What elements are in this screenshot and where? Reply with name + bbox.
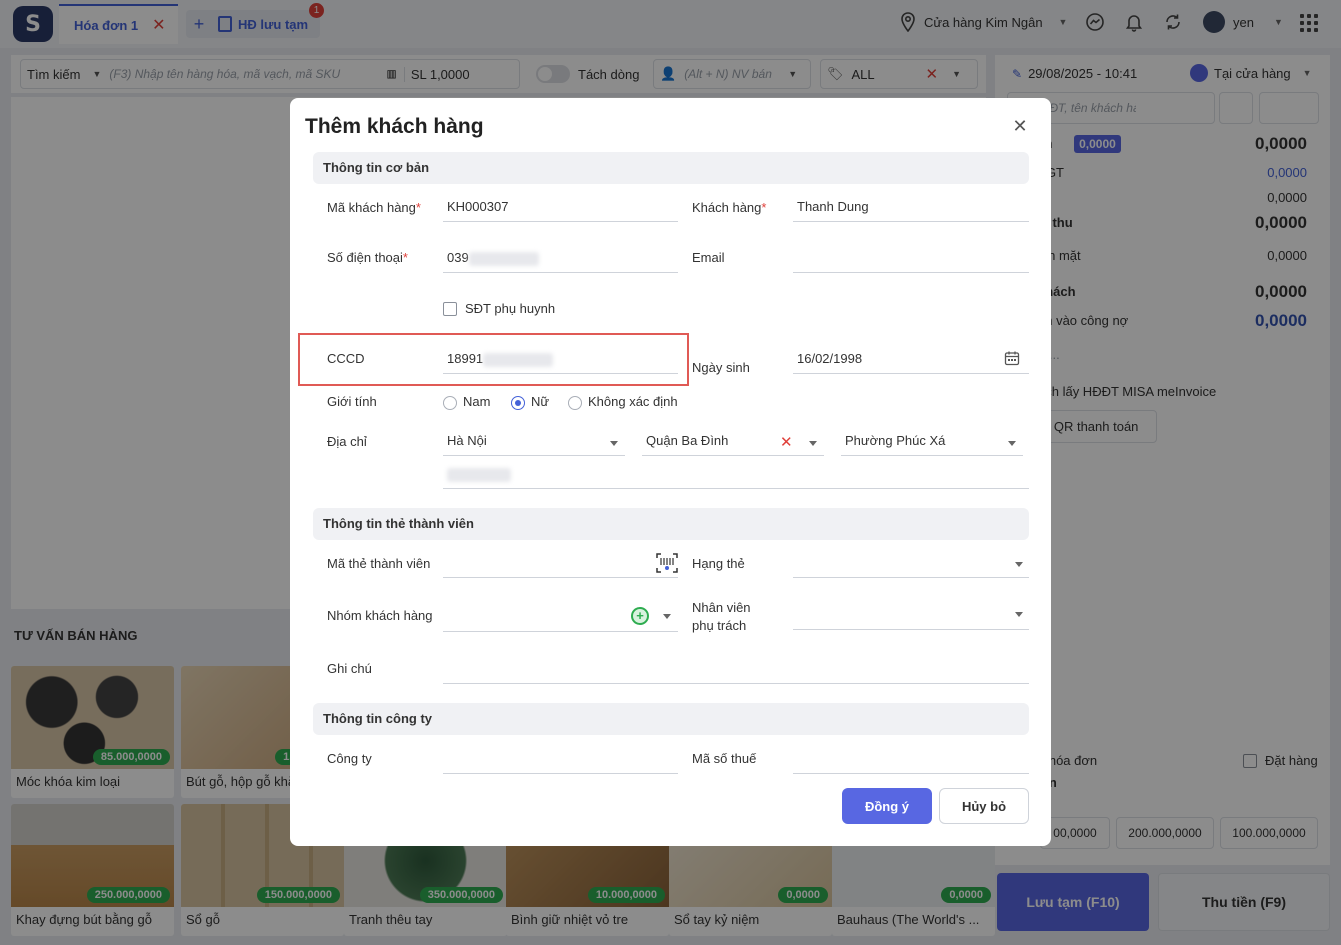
tax-code-label: Mã số thuế — [692, 751, 757, 766]
card-code-input[interactable] — [443, 550, 678, 578]
id-card-label: CCCD — [327, 351, 365, 366]
chevron-down-icon — [809, 441, 817, 446]
address-label: Địa chỉ — [327, 434, 367, 449]
section-member-card: Thông tin thẻ thành viên — [313, 508, 1029, 540]
gender-option-male[interactable]: Nam — [443, 394, 490, 410]
parent-phone-checkbox[interactable] — [443, 301, 457, 316]
customer-code-label: Mã khách hàng* — [327, 200, 421, 215]
phone-label: Số điện thoại* — [327, 250, 408, 265]
district-select[interactable]: Quận Ba Đình — [642, 428, 824, 456]
card-code-label: Mã thẻ thành viên — [327, 556, 431, 571]
staff-in-charge-select[interactable] — [793, 602, 1029, 630]
chevron-down-icon — [663, 614, 671, 619]
note-label: Ghi chú — [327, 661, 372, 676]
customer-code-input[interactable]: KH000307 — [443, 194, 678, 222]
birthday-input[interactable]: 16/02/1998 — [793, 346, 1029, 374]
confirm-button[interactable]: Đồng ý — [842, 788, 932, 824]
gender-label: Giới tính — [327, 394, 377, 409]
dialog-title: Thêm khách hàng — [305, 115, 484, 138]
gender-option-unknown[interactable]: Không xác định — [568, 394, 678, 410]
radio[interactable] — [443, 395, 457, 410]
barcode-scan-icon[interactable] — [656, 553, 678, 573]
radio[interactable] — [568, 395, 582, 410]
clear-icon[interactable]: ✕ — [780, 433, 793, 451]
section-basic-info: Thông tin cơ bản — [313, 152, 1029, 184]
cancel-button[interactable]: Hủy bỏ — [939, 788, 1029, 824]
phone-input[interactable]: 039 — [443, 245, 678, 273]
email-input[interactable] — [793, 245, 1029, 273]
tax-code-input[interactable] — [793, 746, 1029, 774]
chevron-down-icon — [1008, 441, 1016, 446]
staff-label: Nhân viên phụ trách — [692, 600, 751, 633]
company-input[interactable] — [443, 746, 678, 774]
ward-select[interactable]: Phường Phúc Xá — [841, 428, 1023, 456]
address-detail-input[interactable] — [443, 461, 1029, 489]
radio[interactable] — [511, 395, 525, 410]
chevron-down-icon — [1015, 612, 1023, 617]
chevron-down-icon — [1015, 562, 1023, 567]
id-card-input[interactable]: 18991 — [443, 346, 678, 374]
card-rank-select[interactable] — [793, 550, 1029, 578]
section-company: Thông tin công ty — [313, 703, 1029, 735]
chevron-down-icon — [610, 441, 618, 446]
customer-name-label: Khách hàng* — [692, 200, 767, 215]
parent-phone-option[interactable]: SĐT phụ huynh — [443, 301, 555, 316]
email-label: Email — [692, 250, 725, 265]
close-icon[interactable]: ✕ — [1012, 117, 1028, 135]
note-input[interactable] — [443, 656, 1029, 684]
customer-name-input[interactable]: Thanh Dung — [793, 194, 1029, 222]
redacted — [483, 352, 554, 367]
customer-group-label: Nhóm khách hàng — [327, 608, 433, 623]
add-group-icon[interactable]: + — [631, 607, 649, 625]
redacted — [447, 467, 511, 482]
birthday-label: Ngày sinh — [692, 360, 750, 375]
add-customer-dialog: Thêm khách hàng ✕ Thông tin cơ bản Mã kh… — [290, 98, 1051, 846]
company-label: Công ty — [327, 751, 372, 766]
gender-option-female[interactable]: Nữ — [511, 394, 549, 410]
calendar-icon[interactable] — [1004, 350, 1020, 366]
card-rank-label: Hạng thẻ — [692, 556, 745, 571]
redacted — [468, 251, 539, 266]
province-select[interactable]: Hà Nội — [443, 428, 625, 456]
